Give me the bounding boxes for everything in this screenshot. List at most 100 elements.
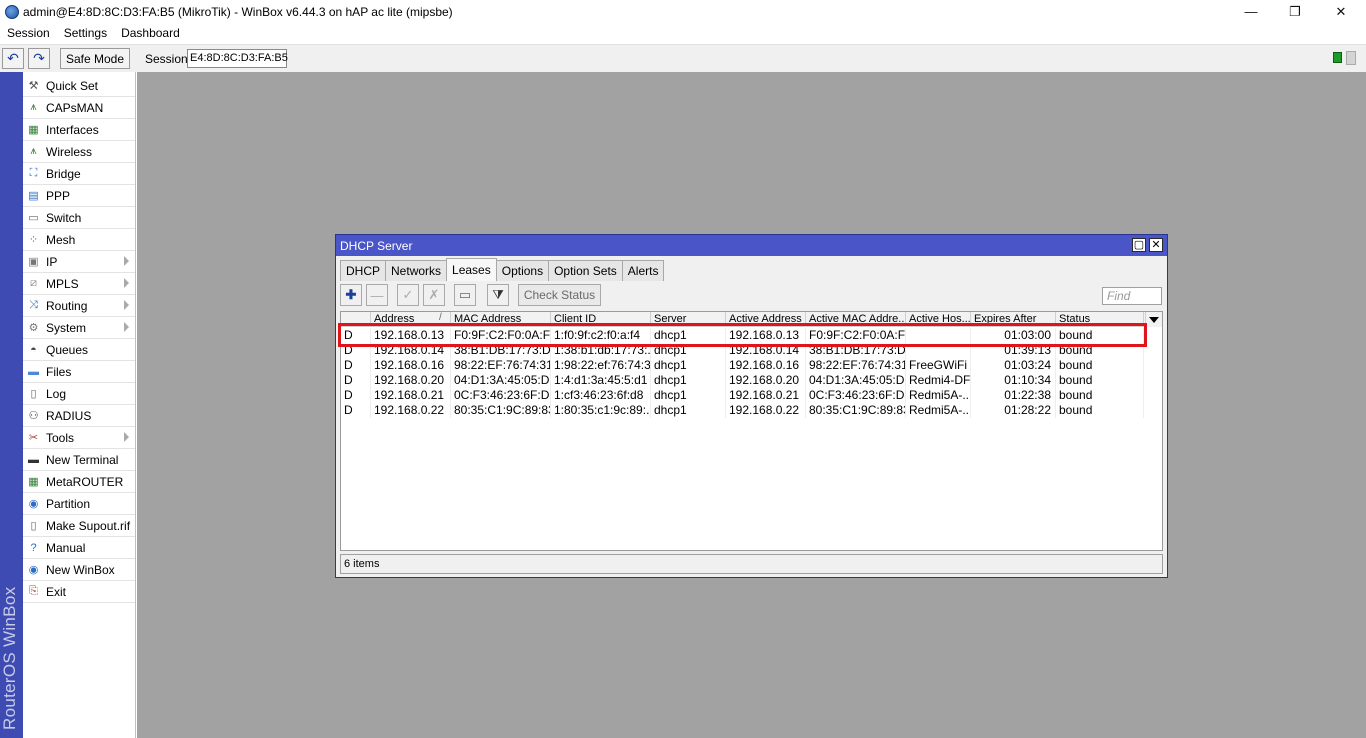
tab-dhcp[interactable]: DHCP [340,260,387,281]
table-row[interactable]: D 192.168.0.20 04:D1:3A:45:05:D1 1:4:d1:3a:… [341,373,1162,388]
table-row[interactable]: D 192.168.0.14 38:B1:DB:17:73:DD 1:38:b1:db… [341,343,1162,358]
column-header-server[interactable]: Server [651,312,726,327]
sidebar-item-routing[interactable]: ⤨ Routing [23,295,135,317]
sidebar-item-new-terminal[interactable]: ▬ New Terminal [23,449,135,471]
sidebar-item-label: IP [46,254,58,269]
sidebar-item-make-supout-rif[interactable]: ▯ Make Supout.rif [23,515,135,537]
sidebar-item-metarouter[interactable]: ▦ MetaROUTER [23,471,135,493]
sidebar-item-mpls[interactable]: ⧄ MPLS [23,273,135,295]
column-header-client-id[interactable]: Client ID [551,312,651,327]
tab-alerts[interactable]: Alerts [621,260,665,281]
cell-client-id: 1:cf3:46:23:6f:d8 [551,388,651,403]
close-window-button[interactable]: ✕ [1149,238,1163,252]
cell-mac: 38:B1:DB:17:73:DD [451,343,551,358]
cell-active-host: FreeGWiFi [906,358,971,373]
table-row[interactable]: D 192.168.0.22 80:35:C1:9C:89:83 1:80:35:c1… [341,403,1162,418]
sidebar-item-exit[interactable]: ⎘ Exit [23,581,135,603]
menu-session[interactable]: Session [0,26,57,40]
sidebar-item-bridge[interactable]: ⛶ Bridge [23,163,135,185]
sidebar-item-label: New WinBox [46,562,115,577]
tab-networks[interactable]: Networks [385,260,448,281]
submenu-arrow-icon [124,278,129,288]
find-input[interactable]: Find [1102,287,1162,305]
cell-mac: F0:9F:C2:F0:0A:F4 [451,328,551,343]
sidebar-item-label: Log [46,386,67,401]
menu-settings[interactable]: Settings [57,26,114,40]
sidebar-item-tools[interactable]: ✂ Tools [23,427,135,449]
cell-active-mac: 04:D1:3A:45:05:D1 [806,373,906,388]
sidebar-item-log[interactable]: ▯ Log [23,383,135,405]
files-icon: ▬ [28,365,39,378]
menu-dashboard[interactable]: Dashboard [114,26,187,40]
sidebar-item-mesh[interactable]: ⁘ Mesh [23,229,135,251]
column-header-active-mac-addre[interactable]: Active MAC Addre... [806,312,906,327]
undo-button[interactable]: ↶ [2,48,24,69]
sidebar-item-quick-set[interactable]: ⚒ Quick Set [23,75,135,97]
manual-icon: ? [30,541,37,554]
maximize-button[interactable]: ❐ [1272,0,1318,23]
sidebar-item-files[interactable]: ▬ Files [23,361,135,383]
sidebar-item-wireless[interactable]: ⩚ Wireless [23,141,135,163]
cell-server: dhcp1 [651,328,726,343]
check-status-button[interactable]: Check Status [518,284,601,306]
cell-flag: D [341,343,371,358]
close-button[interactable]: ✕ [1318,0,1364,23]
sidebar-item-label: Manual [46,540,86,555]
cell-mac: 98:22:EF:76:74:31 [451,358,551,373]
cross-icon: ✗ [428,287,440,302]
enable-lease-button[interactable]: ✓ [397,284,419,306]
routeros-banner: RouterOS WinBox [0,72,23,738]
cell-server: dhcp1 [651,403,726,418]
remove-lease-button[interactable]: — [366,284,388,306]
minimize-button[interactable]: — [1228,0,1274,23]
disable-lease-button[interactable]: ✗ [423,284,445,306]
cell-active-host [906,343,971,358]
sidebar-item-new-winbox[interactable]: ◉ New WinBox [23,559,135,581]
column-header-expires-after[interactable]: Expires After [971,312,1056,327]
sidebar-item-queues[interactable]: ◓ Queues [23,339,135,361]
sidebar-item-ip[interactable]: ▣ IP [23,251,135,273]
sidebar-item-label: Bridge [46,166,81,181]
sidebar-item-system[interactable]: ⚙ System [23,317,135,339]
sidebar-item-manual[interactable]: ? Manual [23,537,135,559]
filter-button[interactable]: ⧩ [487,284,509,306]
toolbar-scroll-handle[interactable] [1346,51,1356,65]
cell-active-host: Redmi5A-... [906,403,971,418]
cell-expires: 01:03:00 [971,328,1056,343]
tab-leases[interactable]: Leases [446,258,497,281]
tab-option-sets[interactable]: Option Sets [548,260,623,281]
column-header-active-address[interactable]: Active Address [726,312,806,327]
sidebar-item-switch[interactable]: ▭ Switch [23,207,135,229]
sidebar-item-capsman[interactable]: ⩚ CAPsMAN [23,97,135,119]
sidebar-item-radius[interactable]: ⚇ RADIUS [23,405,135,427]
table-row[interactable]: D 192.168.0.21 0C:F3:46:23:6F:D8 1:cf3:46:2… [341,388,1162,403]
restore-window-button[interactable]: ▢ [1132,238,1146,252]
comment-lease-button[interactable]: ▭ [454,284,476,306]
wireless-icon: ⩚ [30,145,37,157]
session-field[interactable]: E4:8D:8C:D3:FA:B5 [187,49,288,68]
tools-icon: ✂ [28,432,39,444]
sidebar-item-label: MetaROUTER [46,474,124,489]
sidebar-item-label: CAPsMAN [46,100,104,115]
column-header-flag[interactable] [341,312,371,327]
banner-text: RouterOS WinBox [0,586,19,730]
table-row[interactable]: D 192.168.0.16 98:22:EF:76:74:31 1:98:22:ef… [341,358,1162,373]
column-chooser-button[interactable] [1145,312,1162,327]
safe-mode-button[interactable]: Safe Mode [60,48,130,69]
cell-status: bound [1056,343,1144,358]
sidebar-item-ppp[interactable]: ▤ PPP [23,185,135,207]
column-header-active-hos[interactable]: Active Hos... [906,312,971,327]
cell-expires: 01:39:13 [971,343,1056,358]
tab-options[interactable]: Options [495,260,550,281]
redo-button[interactable]: ↷ [28,48,50,69]
ppp-icon: ▤ [28,190,39,202]
column-header-status[interactable]: Status [1056,312,1144,327]
table-row[interactable]: D 192.168.0.13 F0:9F:C2:F0:0A:F4 1:f0:9f:c2… [341,328,1162,343]
sidebar-item-partition[interactable]: ◉ Partition [23,493,135,515]
system-icon: ⚙ [28,322,39,334]
winbox-app-icon [5,4,19,19]
sidebar-item-interfaces[interactable]: ▦ Interfaces [23,119,135,141]
dhcp-window-titlebar[interactable]: DHCP Server ▢ ✕ [336,235,1167,256]
add-lease-button[interactable]: ✚ [340,284,362,306]
column-header-mac-address[interactable]: MAC Address [451,312,551,327]
